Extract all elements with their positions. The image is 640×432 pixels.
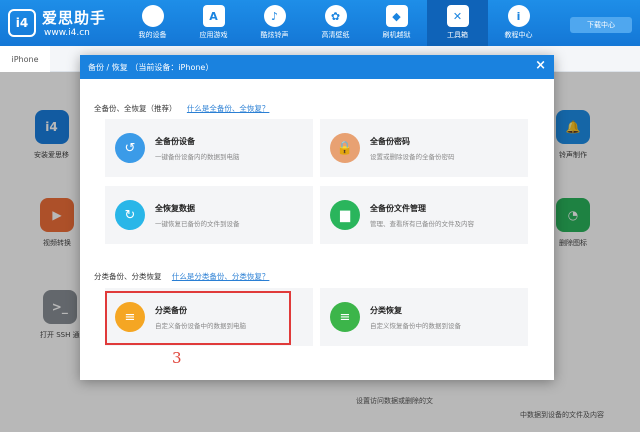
card-category-restore[interactable]: ≡ 分类恢复 自定义恢复备份中的数据到设备 (320, 288, 528, 346)
top-bar: i4 爱思助手 www.i4.cn 我的设备 A 应用游戏 ♪ 酷炫铃声 ✿ 高… (0, 0, 640, 46)
nav-my-device[interactable]: 我的设备 (122, 0, 183, 46)
nav-ringtones[interactable]: ♪ 酷炫铃声 (244, 0, 305, 46)
app-logo: i4 (8, 9, 36, 37)
full-backup-help-link[interactable]: 什么是全备份、全恢复？ (187, 104, 270, 113)
card-title: 全备份密码 (370, 136, 410, 146)
download-center-button[interactable]: 下载中心 (570, 17, 632, 33)
card-title: 全恢复数据 (155, 203, 195, 213)
card-backup-file-manager[interactable]: ▆ 全备份文件管理 管理、查看所有已备份的文件及内容 (320, 186, 528, 244)
card-title: 全备份设备 (155, 136, 195, 146)
nav-label: 高清壁纸 (321, 31, 350, 39)
info-icon: i (507, 5, 530, 27)
nav-label: 教程中心 (504, 31, 533, 39)
nav-flash-jailbreak[interactable]: ◆ 刷机越狱 (366, 0, 427, 46)
category-restore-icon: ≡ (330, 302, 360, 332)
nav-toolbox[interactable]: ✕ 工具箱 (427, 0, 488, 46)
nav-tutorials[interactable]: i 教程中心 (488, 0, 549, 46)
card-desc: 设置或删除设备的全备份密码 (370, 152, 455, 161)
nav-label: 刷机越狱 (382, 31, 411, 39)
app-store-icon: A (202, 5, 225, 27)
section-title: 分类备份、分类恢复 (94, 272, 162, 281)
section-category-backup: 分类备份、分类恢复 什么是分类备份、分类恢复？ (94, 271, 269, 282)
lock-icon: 🔒 (330, 133, 360, 163)
restore-icon: ↻ (115, 200, 145, 230)
annotation-number: 3 (172, 349, 182, 367)
flower-icon: ✿ (324, 5, 347, 27)
section-title: 全备份、全恢复（推荐） (94, 104, 177, 113)
dropbox-icon: ◆ (385, 5, 408, 27)
category-backup-help-link[interactable]: 什么是分类备份、分类恢复？ (172, 272, 270, 281)
nav-label: 应用游戏 (199, 31, 228, 39)
card-desc: 自定义恢复备份中的数据到设备 (370, 321, 461, 330)
card-title: 分类恢复 (370, 305, 402, 315)
card-desc: 管理、查看所有已备份的文件及内容 (370, 219, 474, 228)
apple-icon (141, 5, 164, 27)
brand-name: 爱思助手 (42, 9, 107, 27)
dialog-header: 备份 / 恢复 （当前设备：iPhone） × (80, 55, 554, 79)
card-desc: 一键备份设备内的数据到电脑 (155, 152, 240, 161)
backup-restore-dialog: 备份 / 恢复 （当前设备：iPhone） × 全备份、全恢复（推荐） 什么是全… (80, 55, 554, 380)
card-desc: 一键恢复已备份的文件到设备 (155, 219, 240, 228)
nav-apps-games[interactable]: A 应用游戏 (183, 0, 244, 46)
tools-icon: ✕ (446, 5, 469, 27)
main-nav: 我的设备 A 应用游戏 ♪ 酷炫铃声 ✿ 高清壁纸 ◆ 刷机越狱 ✕ 工具箱 i… (122, 0, 549, 46)
card-title: 全备份文件管理 (370, 203, 426, 213)
full-backup-icon: ↺ (115, 133, 145, 163)
section-full-backup: 全备份、全恢复（推荐） 什么是全备份、全恢复？ (94, 103, 269, 114)
nav-label: 工具箱 (447, 31, 468, 39)
card-full-restore[interactable]: ↻ 全恢复数据 一键恢复已备份的文件到设备 (105, 186, 313, 244)
nav-wallpapers[interactable]: ✿ 高清壁纸 (305, 0, 366, 46)
bell-icon: ♪ (263, 5, 286, 27)
folder-icon: ▆ (330, 200, 360, 230)
highlight-box (105, 291, 291, 345)
close-icon[interactable]: × (535, 58, 546, 73)
card-backup-password[interactable]: 🔒 全备份密码 设置或删除设备的全备份密码 (320, 119, 528, 177)
nav-label: 我的设备 (138, 31, 167, 39)
nav-label: 酷炫铃声 (260, 31, 289, 39)
card-full-backup[interactable]: ↺ 全备份设备 一键备份设备内的数据到电脑 (105, 119, 313, 177)
brand-url: www.i4.cn (44, 28, 90, 38)
dialog-title: 备份 / 恢复 （当前设备：iPhone） (88, 62, 214, 72)
device-tab-iphone[interactable]: iPhone (0, 46, 50, 72)
